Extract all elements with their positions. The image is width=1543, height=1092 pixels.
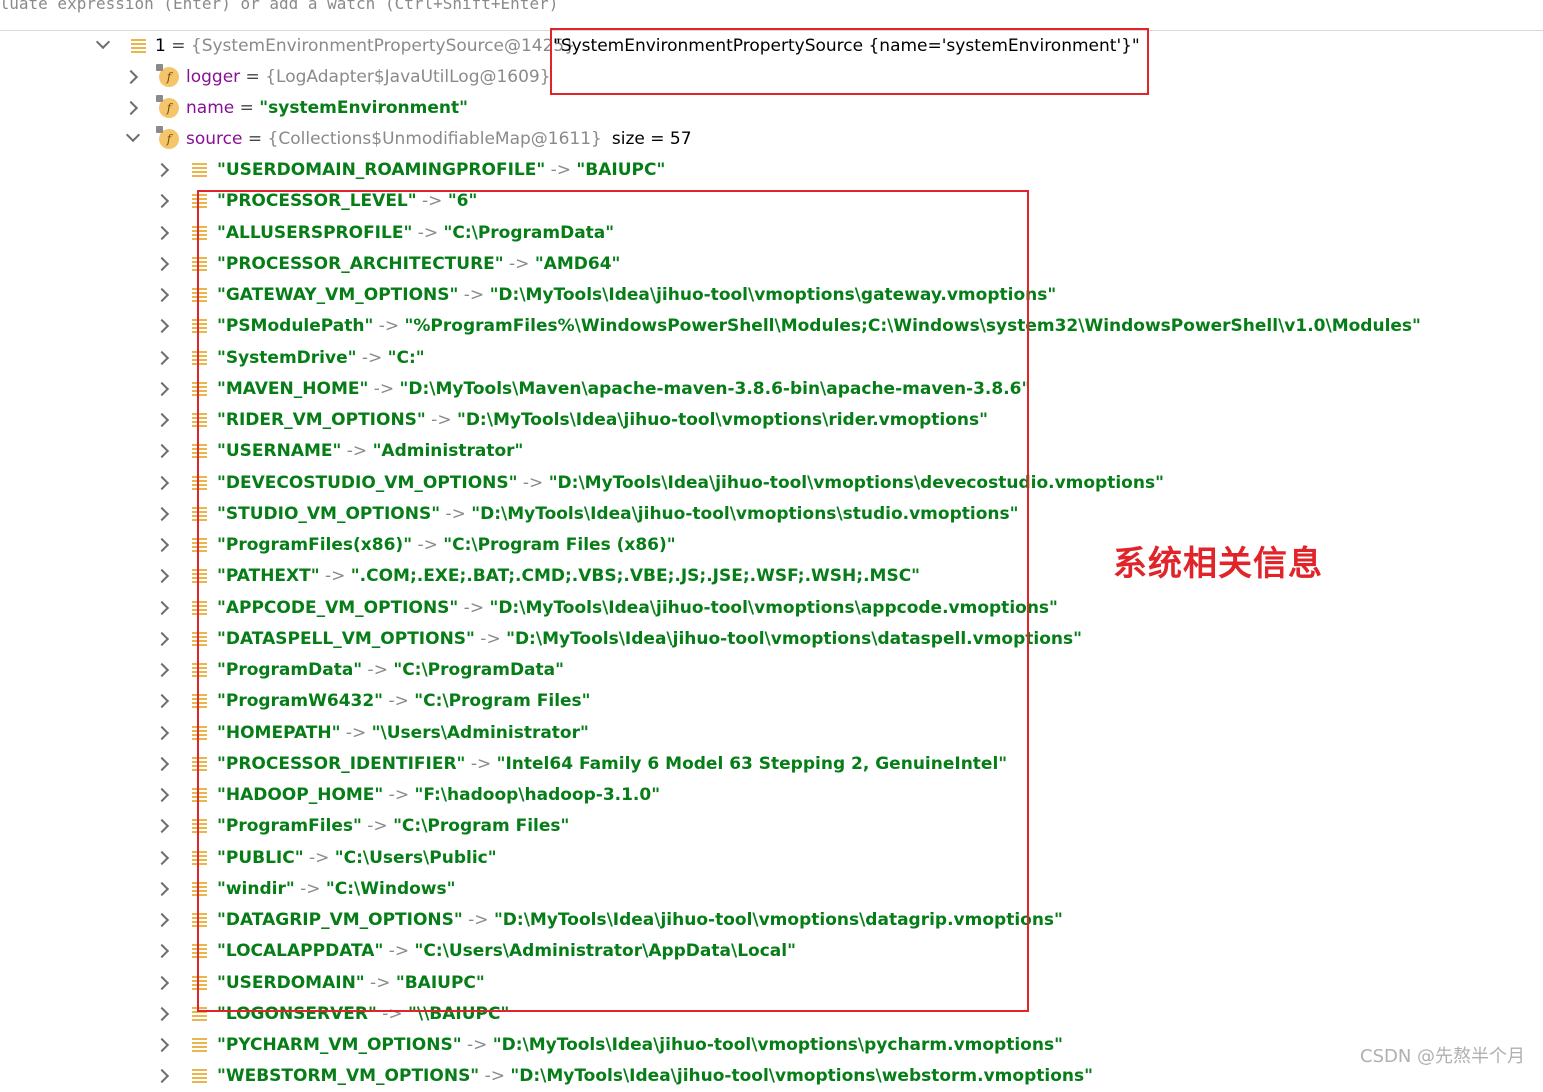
chevron-right-icon[interactable] [154,475,170,491]
chevron-right-icon[interactable] [154,756,170,772]
entry-value: "BAIUPC" [576,160,666,180]
map-entry-row[interactable]: "USERDOMAIN_ROAMINGPROFILE" -> "BAIUPC" [0,155,1543,186]
equals-sign: = [165,36,191,56]
chevron-right-icon[interactable] [154,881,170,897]
chevron-right-icon[interactable] [154,662,170,678]
lock-icon [156,64,163,71]
entry-key: "USERDOMAIN_ROAMINGPROFILE" [217,160,546,180]
map-entry-icon [192,1038,207,1052]
chevron-right-icon[interactable] [154,412,170,428]
chevron-right-icon[interactable] [154,162,170,178]
chevron-right-icon[interactable] [154,443,170,459]
chevron-right-icon[interactable] [154,631,170,647]
chevron-right-icon[interactable] [154,975,170,991]
entries-highlight-box [197,190,1029,1012]
chevron-down-icon[interactable] [95,34,111,50]
field-row-2[interactable]: f source = {Collections$UnmodifiableMap@1… [0,124,1543,155]
lock-icon [156,95,163,102]
chevron-right-icon[interactable] [154,725,170,741]
field-label: name = "systemEnvironment" [186,93,468,124]
field-value: {LogAdapter$JavaUtilLog@1609} [265,67,551,87]
map-entry-text: "WEBSTORM_VM_OPTIONS" -> "D:\MyTools\Ide… [217,1061,1093,1092]
field-value: {Collections$UnmodifiableMap@1611} [267,129,602,149]
chevron-right-icon[interactable] [154,318,170,334]
chevron-right-icon[interactable] [154,381,170,397]
chevron-right-icon[interactable] [154,912,170,928]
field-icon: f [156,126,179,149]
chevron-right-icon[interactable] [123,69,139,85]
chevron-right-icon[interactable] [154,1037,170,1053]
field-name: logger [186,67,241,87]
map-entry-text: "PYCHARM_VM_OPTIONS" -> "D:\MyTools\Idea… [217,1030,1063,1061]
field-row-1[interactable]: f name = "systemEnvironment" [0,93,1543,124]
chevron-right-icon[interactable] [154,193,170,209]
chevron-right-icon[interactable] [154,506,170,522]
equals-sign: = [242,129,268,149]
map-entry-text: "USERDOMAIN_ROAMINGPROFILE" -> "BAIUPC" [217,155,665,186]
map-entry-icon [192,163,207,177]
watermark: CSDN @先熬半个月 [1360,1046,1526,1067]
entry-arrow: -> [479,1066,511,1086]
root-index: 1 [155,36,166,56]
chevron-right-icon[interactable] [154,1006,170,1022]
chevron-right-icon[interactable] [154,350,170,366]
annotation-label: 系统相关信息 [1113,544,1323,584]
chevron-right-icon[interactable] [154,256,170,272]
chevron-right-icon[interactable] [154,787,170,803]
chevron-right-icon[interactable] [154,600,170,616]
field-name: name [186,98,235,118]
object-ref: {SystemEnvironmentPropertySource@1425} [190,36,576,56]
list-entry-icon [131,39,146,53]
chevron-right-icon[interactable] [154,225,170,241]
collection-size: size = 57 [611,129,692,149]
chevron-right-icon[interactable] [154,568,170,584]
entry-key: "PYCHARM_VM_OPTIONS" [217,1035,462,1055]
equals-sign: = [240,67,266,87]
chevron-right-icon[interactable] [123,100,139,116]
entry-value: "D:\MyTools\Idea\jihuo-tool\vmoptions\we… [510,1066,1093,1086]
chevron-right-icon[interactable] [154,537,170,553]
field-label: logger = {LogAdapter$JavaUtilLog@1609} [186,62,551,93]
chevron-right-icon[interactable] [154,850,170,866]
field-icon: f [156,64,179,87]
chevron-right-icon[interactable] [154,693,170,709]
map-entry-icon [192,1069,207,1083]
equals-sign: = [234,98,260,118]
chevron-right-icon[interactable] [154,287,170,303]
lock-icon [156,126,163,133]
field-label: source = {Collections$UnmodifiableMap@16… [186,124,692,155]
entry-arrow: -> [545,160,577,180]
entry-value: "D:\MyTools\Idea\jihuo-tool\vmoptions\py… [492,1035,1063,1055]
entry-key: "WEBSTORM_VM_OPTIONS" [217,1066,480,1086]
evaluate-expression-input[interactable]: aluate expression (Enter) or add a watch… [0,0,558,13]
field-value: "systemEnvironment" [259,98,468,118]
map-entry-row[interactable]: "PYCHARM_VM_OPTIONS" -> "D:\MyTools\Idea… [0,1030,1543,1061]
entry-arrow: -> [461,1035,493,1055]
field-name: source [186,129,243,149]
field-icon: f [156,95,179,118]
tostring-highlight-box [550,28,1149,95]
chevron-down-icon[interactable] [125,127,141,143]
evaluate-expression-bar[interactable]: aluate expression (Enter) or add a watch… [0,0,1543,31]
map-entry-row[interactable]: "WEBSTORM_VM_OPTIONS" -> "D:\MyTools\Ide… [0,1061,1543,1092]
root-node-label: 1 = {SystemEnvironmentPropertySource@142… [155,31,575,62]
chevron-right-icon[interactable] [154,943,170,959]
chevron-right-icon[interactable] [154,818,170,834]
chevron-right-icon[interactable] [154,1068,170,1084]
